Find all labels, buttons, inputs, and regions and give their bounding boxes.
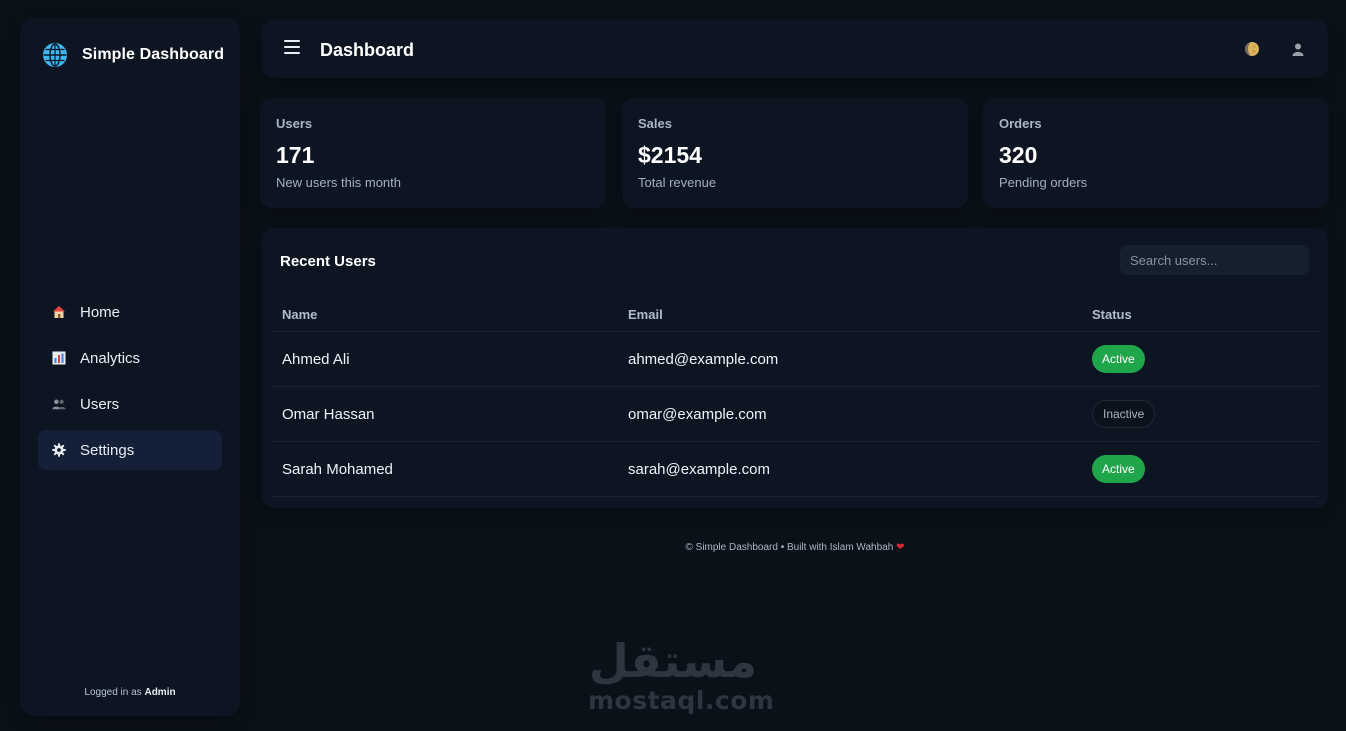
table-header-row: Name Email Status (272, 298, 1318, 332)
stat-subtitle: Pending orders (999, 175, 1088, 190)
status-badge: Active (1092, 455, 1145, 483)
recent-users-title: Recent Users (280, 253, 376, 270)
sidebar-item-label: Analytics (80, 349, 141, 367)
stat-card-sales: Sales $2154 Total revenue (622, 98, 968, 208)
stat-card-users: Users 171 New users this month (260, 98, 606, 208)
heart-icon: ❤ (896, 542, 905, 553)
user-name: Ahmed Ali (282, 350, 350, 368)
stat-label: Sales (638, 116, 672, 131)
stat-value: 320 (999, 142, 1038, 168)
globe-icon (43, 43, 67, 67)
stat-value: $2154 (638, 142, 702, 168)
sidebar-item-analytics[interactable]: Analytics (38, 338, 222, 378)
status-badge: Active (1092, 345, 1145, 373)
sidebar-item-label: Users (80, 395, 120, 413)
watermark-latin: mostaql.com (588, 686, 775, 715)
sidebar: Simple Dashboard Home Analytics Users Se… (20, 18, 240, 716)
table-row[interactable]: Sarah Mohamed sarah@example.com Active (272, 442, 1318, 497)
stat-label: Users (276, 116, 313, 131)
house-icon (52, 305, 66, 319)
table-row[interactable]: Omar Hassan omar@example.com Inactive (272, 387, 1318, 442)
user-name: Omar Hassan (282, 405, 375, 423)
gear-icon (52, 443, 66, 457)
user-email: sarah@example.com (628, 460, 770, 478)
user-email: omar@example.com (628, 405, 767, 423)
column-header-status: Status (1092, 307, 1132, 322)
stat-label: Orders (999, 116, 1042, 131)
hamburger-menu-icon[interactable] (284, 40, 300, 58)
sidebar-item-settings[interactable]: Settings (38, 430, 222, 470)
logged-in-prefix: Logged in as (84, 687, 142, 698)
watermark: مستقل mostaql.com (588, 634, 775, 715)
logged-in-status: Logged in as Admin (20, 687, 240, 698)
stat-subtitle: Total revenue (638, 175, 717, 190)
bar-chart-icon (52, 351, 66, 365)
brand[interactable]: Simple Dashboard (42, 42, 224, 68)
sidebar-item-home[interactable]: Home (38, 292, 222, 332)
footer-text: © Simple Dashboard • Built with Islam Wa… (685, 542, 894, 553)
status-badge: Inactive (1092, 400, 1156, 428)
recent-users-panel: Recent Users Name Email Status Ahmed Ali… (262, 228, 1328, 508)
users-icon (52, 397, 66, 411)
stat-value: 171 (276, 142, 315, 168)
brand-title: Simple Dashboard (82, 46, 225, 63)
user-name: Sarah Mohamed (282, 460, 393, 478)
sidebar-item-label: Settings (80, 441, 135, 459)
logged-in-user: Admin (144, 687, 176, 698)
column-header-email: Email (628, 307, 663, 322)
users-table: Name Email Status Ahmed Ali ahmed@exampl… (272, 298, 1318, 497)
page-footer: © Simple Dashboard • Built with Islam Wa… (262, 542, 1328, 553)
stat-card-orders: Orders 320 Pending orders (983, 98, 1329, 208)
watermark-arabic: مستقل (588, 634, 758, 688)
user-email: ahmed@example.com (628, 350, 779, 368)
stat-subtitle: New users this month (276, 175, 401, 190)
sidebar-nav: Home Analytics Users Settings (38, 292, 222, 476)
user-icon[interactable] (1290, 41, 1306, 57)
sidebar-item-users[interactable]: Users (38, 384, 222, 424)
page-title: Dashboard (320, 40, 415, 60)
moon-icon[interactable] (1244, 41, 1260, 57)
sidebar-item-label: Home (80, 303, 121, 321)
table-row[interactable]: Ahmed Ali ahmed@example.com Active (272, 332, 1318, 387)
top-header: Dashboard (262, 20, 1328, 78)
search-users-input[interactable] (1120, 245, 1309, 275)
column-header-name: Name (282, 307, 318, 322)
